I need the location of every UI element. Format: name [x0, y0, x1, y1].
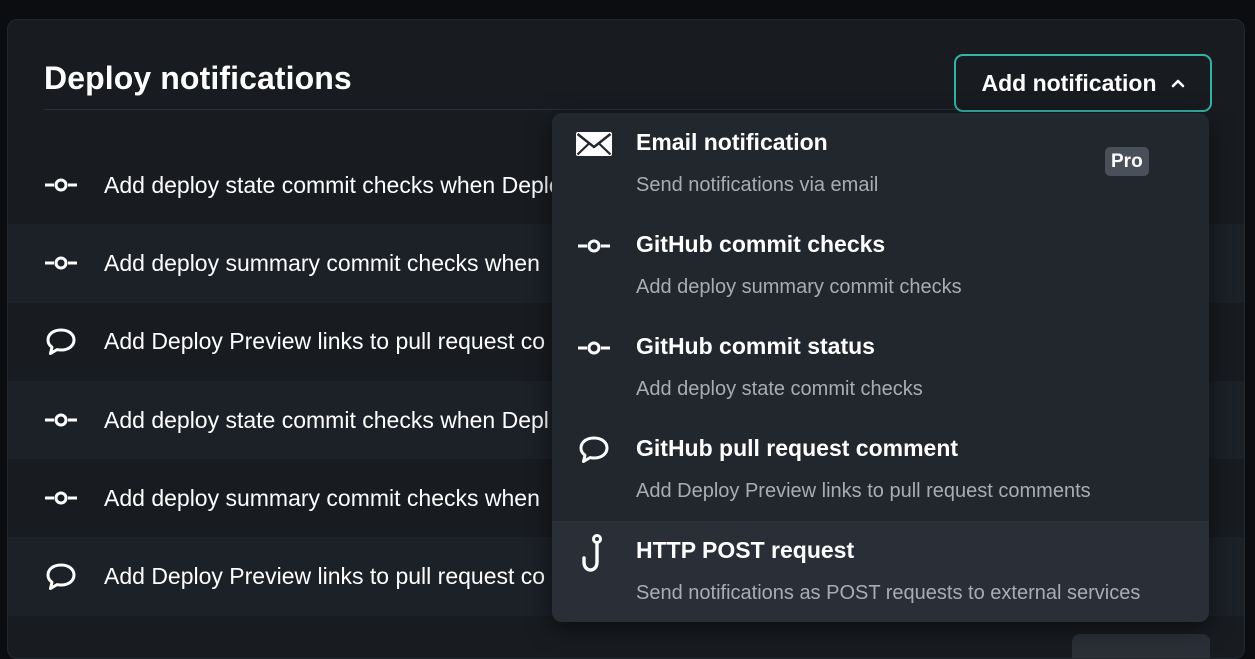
add-notification-label: Add notification [981, 69, 1157, 96]
menu-item-description: Add Deploy Preview links to pull request… [636, 480, 1091, 502]
menu-item-title: HTTP POST request [636, 537, 855, 563]
menu-item-title: Email notification [636, 129, 828, 155]
commit-icon [44, 168, 78, 202]
menu-item-title: GitHub commit status [636, 333, 875, 359]
add-notification-button[interactable]: Add notification [954, 54, 1212, 112]
list-item-label: Add Deploy Preview links to pull request… [104, 328, 546, 355]
menu-item-description: Add deploy summary commit checks [636, 276, 962, 298]
commit-icon [574, 229, 614, 263]
menu-item-title: GitHub commit checks [636, 231, 886, 257]
menu-item-github-pr-comment[interactable]: GitHub pull request comment Add Deploy P… [552, 419, 1209, 521]
menu-item-http-post[interactable]: HTTP POST request Send notifications as … [552, 521, 1209, 622]
menu-item-description: Send notifications via email [636, 174, 879, 196]
envelope-icon [574, 127, 614, 161]
list-item-label: Add Deploy Preview links to pull request… [104, 563, 546, 590]
commit-icon [44, 481, 78, 515]
add-notification-menu: Email notification Send notifications vi… [552, 113, 1209, 622]
list-item-label: Add deploy summary commit checks when [104, 484, 540, 511]
menu-item-github-commit-status[interactable]: GitHub commit status Add deploy state co… [552, 317, 1209, 419]
list-item-label: Add deploy summary commit checks when [104, 249, 540, 276]
comment-icon [44, 560, 78, 594]
chevron-up-icon [1171, 78, 1185, 88]
page-title: Deploy notifications [44, 60, 352, 96]
list-item-label: Add deploy state commit checks when Depl [104, 406, 549, 433]
commit-icon [574, 331, 614, 365]
hook-icon [574, 533, 614, 575]
menu-item-github-commit-checks[interactable]: GitHub commit checks Add deploy summary … [552, 215, 1209, 317]
comment-icon [44, 325, 78, 359]
menu-item-email[interactable]: Email notification Send notifications vi… [552, 113, 1209, 215]
commit-icon [44, 403, 78, 437]
menu-item-title: GitHub pull request comment [636, 435, 959, 461]
menu-item-description: Add deploy state commit checks [636, 378, 923, 400]
menu-item-description: Send notifications as POST requests to e… [636, 582, 1141, 604]
footer-button[interactable] [1072, 634, 1210, 658]
pro-badge: Pro [1105, 147, 1149, 176]
commit-icon [44, 246, 78, 280]
list-item-label: Add deploy state commit checks when Depl… [104, 171, 574, 198]
comment-icon [574, 433, 614, 467]
